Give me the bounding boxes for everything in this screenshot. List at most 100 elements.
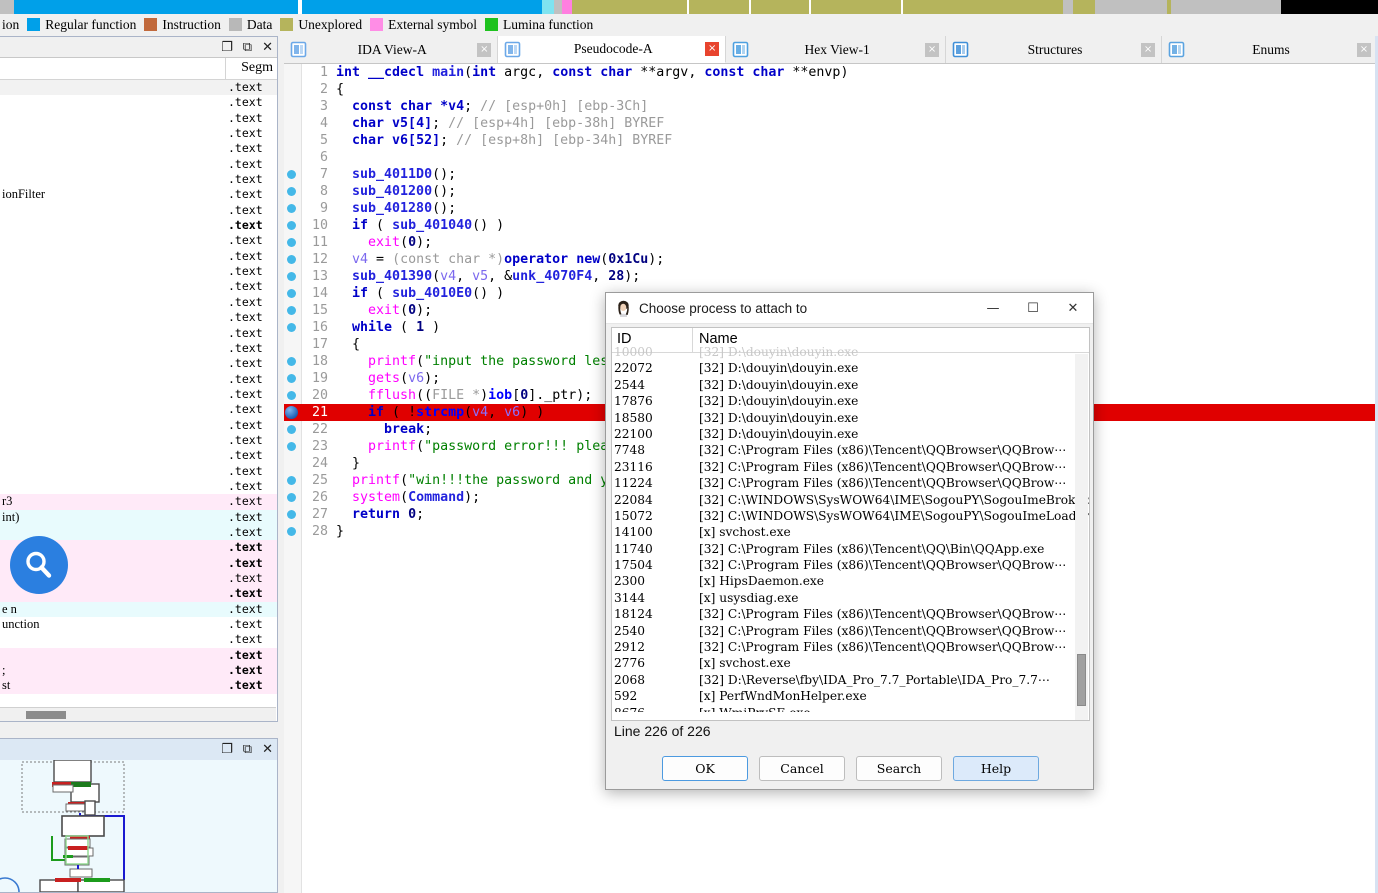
breakpoint-icon[interactable]: [287, 306, 296, 315]
process-row[interactable]: 22100 [32] D:\douyin\douyin.exe: [612, 427, 1089, 443]
pseudocode-line[interactable]: 4 char v5[4]; // [esp+4h] [ebp-38h] BYRE…: [284, 115, 1378, 132]
graph-overview-canvas[interactable]: [0, 759, 277, 893]
function-row[interactable]: .text: [0, 156, 277, 173]
process-row[interactable]: 18580 [32] D:\douyin\douyin.exe: [612, 411, 1089, 427]
tab-close-icon[interactable]: ×: [705, 42, 720, 56]
function-row[interactable]: .text: [0, 218, 277, 234]
breakpoint-icon[interactable]: [287, 323, 296, 332]
process-row[interactable]: 23116 [32] C:\Program Files (x86)\Tencent…: [612, 460, 1089, 476]
breakpoint-icon[interactable]: [287, 170, 296, 179]
function-row[interactable]: .text: [0, 141, 277, 157]
function-row[interactable]: .text: [0, 356, 277, 372]
process-row[interactable]: 8676 [x] WmiPrvSE.exe: [612, 706, 1089, 712]
function-row[interactable]: .text: [0, 417, 277, 433]
tab-close-icon[interactable]: ×: [1141, 42, 1156, 57]
pseudocode-line[interactable]: 7 sub_4011D0();: [284, 166, 1378, 183]
navigator-segment-0[interactable]: [0, 0, 14, 14]
function-row[interactable]: .text: [0, 647, 277, 664]
pseudocode-line[interactable]: 6: [284, 149, 1378, 166]
breakpoint-icon[interactable]: [287, 204, 296, 213]
function-row[interactable]: .text: [0, 264, 277, 280]
function-row[interactable]: .text: [0, 402, 277, 418]
maximize-icon[interactable]: ☐: [1013, 301, 1053, 316]
function-row[interactable]: .text: [0, 279, 277, 295]
pseudocode-line[interactable]: 8 sub_401200();: [284, 183, 1378, 200]
close-icon[interactable]: ✕: [262, 743, 273, 756]
function-row[interactable]: int) .text: [0, 509, 277, 525]
process-list-container[interactable]: ID Name 10000 [32] D:\douyin\douyin.exe 22…: [611, 327, 1090, 721]
pseudocode-line[interactable]: 3 const char *v4; // [esp+0h] [ebp-3Ch]: [284, 98, 1378, 115]
tab-close-icon[interactable]: ×: [477, 42, 492, 57]
breakpoint-icon[interactable]: [287, 255, 296, 264]
pseudocode-line[interactable]: 11 exit(0);: [284, 234, 1378, 251]
process-row[interactable]: 22084 [32] C:\WINDOWS\SysWOW64\IME\SogouP…: [612, 493, 1089, 509]
function-row[interactable]: .text: [0, 340, 277, 357]
process-row[interactable]: 7748 [32] C:\Program Files (x86)\Tencent\…: [612, 443, 1089, 459]
restore-icon[interactable]: ❐: [221, 41, 233, 54]
search-button[interactable]: Search: [856, 755, 942, 781]
breakpoint-icon[interactable]: [287, 425, 296, 434]
function-row[interactable]: .text: [0, 310, 277, 326]
process-list-scrollbar-thumb[interactable]: [1077, 654, 1086, 706]
navigator-segment-21[interactable]: [1281, 0, 1378, 14]
pseudocode-line[interactable]: 10 if ( sub_401040() ): [284, 217, 1378, 234]
breakpoint-icon[interactable]: [287, 238, 296, 247]
process-row[interactable]: 17876 [32] D:\douyin\douyin.exe: [612, 394, 1089, 410]
process-row[interactable]: 2068 [32] D:\Reverse\fby\IDA_Pro_7.7_Port…: [612, 673, 1089, 689]
breakpoint-icon[interactable]: [287, 187, 296, 196]
breakpoint-icon[interactable]: [287, 493, 296, 502]
function-row[interactable]: .text: [0, 371, 277, 387]
navigator-segment-20[interactable]: [1171, 0, 1281, 14]
navigator-segment-13[interactable]: [811, 0, 901, 14]
tab-hex-view-1[interactable]: Hex View-1 ×: [726, 36, 947, 63]
tab-close-icon[interactable]: ×: [1356, 42, 1371, 57]
tab-close-icon[interactable]: ×: [925, 42, 940, 57]
function-row[interactable]: .text: [0, 325, 277, 341]
tab-enums[interactable]: Enums ×: [1162, 36, 1378, 63]
function-row[interactable]: .text: [0, 386, 277, 403]
function-row[interactable]: .text: [0, 448, 277, 464]
process-row[interactable]: 22072 [32] D:\douyin\douyin.exe: [612, 361, 1089, 377]
function-row[interactable]: e n .text: [0, 601, 277, 618]
pseudocode-line[interactable]: 12 v4 = (const char *)operator new(0x1Cu…: [284, 251, 1378, 268]
breakpoint-icon[interactable]: [287, 272, 296, 281]
breakpoint-icon[interactable]: [287, 374, 296, 383]
pseudocode-line[interactable]: 1 int __cdecl main(int argc, const char *…: [284, 64, 1378, 81]
process-row[interactable]: 2540 [32] C:\Program Files (x86)\Tencent\…: [612, 624, 1089, 640]
minimize-icon[interactable]: —: [973, 301, 1013, 316]
function-row[interactable]: .text: [0, 233, 277, 249]
navigator-segment-6[interactable]: [562, 0, 572, 14]
navigator-band[interactable]: [0, 0, 1378, 14]
current-instruction-icon[interactable]: [285, 406, 298, 419]
process-row[interactable]: 2300 [x] HipsDaemon.exe: [612, 574, 1089, 590]
navigator-segment-4[interactable]: [542, 0, 554, 14]
process-row[interactable]: 11740 [32] C:\Program Files (x86)\Tencent…: [612, 542, 1089, 558]
function-row[interactable]: .text: [0, 632, 277, 648]
function-row[interactable]: .text: [0, 432, 277, 449]
cancel-button[interactable]: Cancel: [759, 755, 845, 781]
navigator-segment-15[interactable]: [903, 0, 1063, 14]
navigator-segment-18[interactable]: [1095, 0, 1167, 14]
pseudocode-line[interactable]: 9 sub_401280();: [284, 200, 1378, 217]
dialog-titlebar[interactable]: Choose process to attach to — ☐ ✕: [606, 293, 1093, 324]
close-icon[interactable]: ✕: [262, 41, 273, 54]
function-row[interactable]: unction .text: [0, 617, 277, 633]
tab-structures[interactable]: Structures ×: [946, 36, 1163, 63]
breakpoint-icon[interactable]: [287, 510, 296, 519]
process-row[interactable]: 17504 [32] C:\Program Files (x86)\Tencent…: [612, 558, 1089, 574]
maximize-icon[interactable]: ⧉: [243, 743, 252, 756]
function-row[interactable]: .text: [0, 126, 277, 142]
navigator-segment-7[interactable]: [572, 0, 687, 14]
function-row[interactable]: .text: [0, 294, 277, 311]
restore-icon[interactable]: ❐: [221, 743, 233, 756]
process-row[interactable]: 15072 [32] C:\WINDOWS\SysWOW64\IME\SogouP…: [612, 509, 1089, 525]
functions-column-header[interactable]: Segm: [0, 58, 277, 80]
tab-ida-view-a[interactable]: IDA View-A ×: [284, 36, 499, 63]
function-row[interactable]: .text: [0, 110, 277, 127]
help-button[interactable]: Help: [953, 755, 1039, 781]
choose-process-dialog[interactable]: Choose process to attach to — ☐ ✕ ID Nam…: [605, 292, 1094, 790]
process-row[interactable]: 10000 [32] D:\douyin\douyin.exe: [612, 345, 1089, 361]
navigator-segment-5[interactable]: [554, 0, 562, 14]
navigator-segment-9[interactable]: [689, 0, 749, 14]
process-row[interactable]: 3144 [x] usysdiag.exe: [612, 591, 1089, 607]
